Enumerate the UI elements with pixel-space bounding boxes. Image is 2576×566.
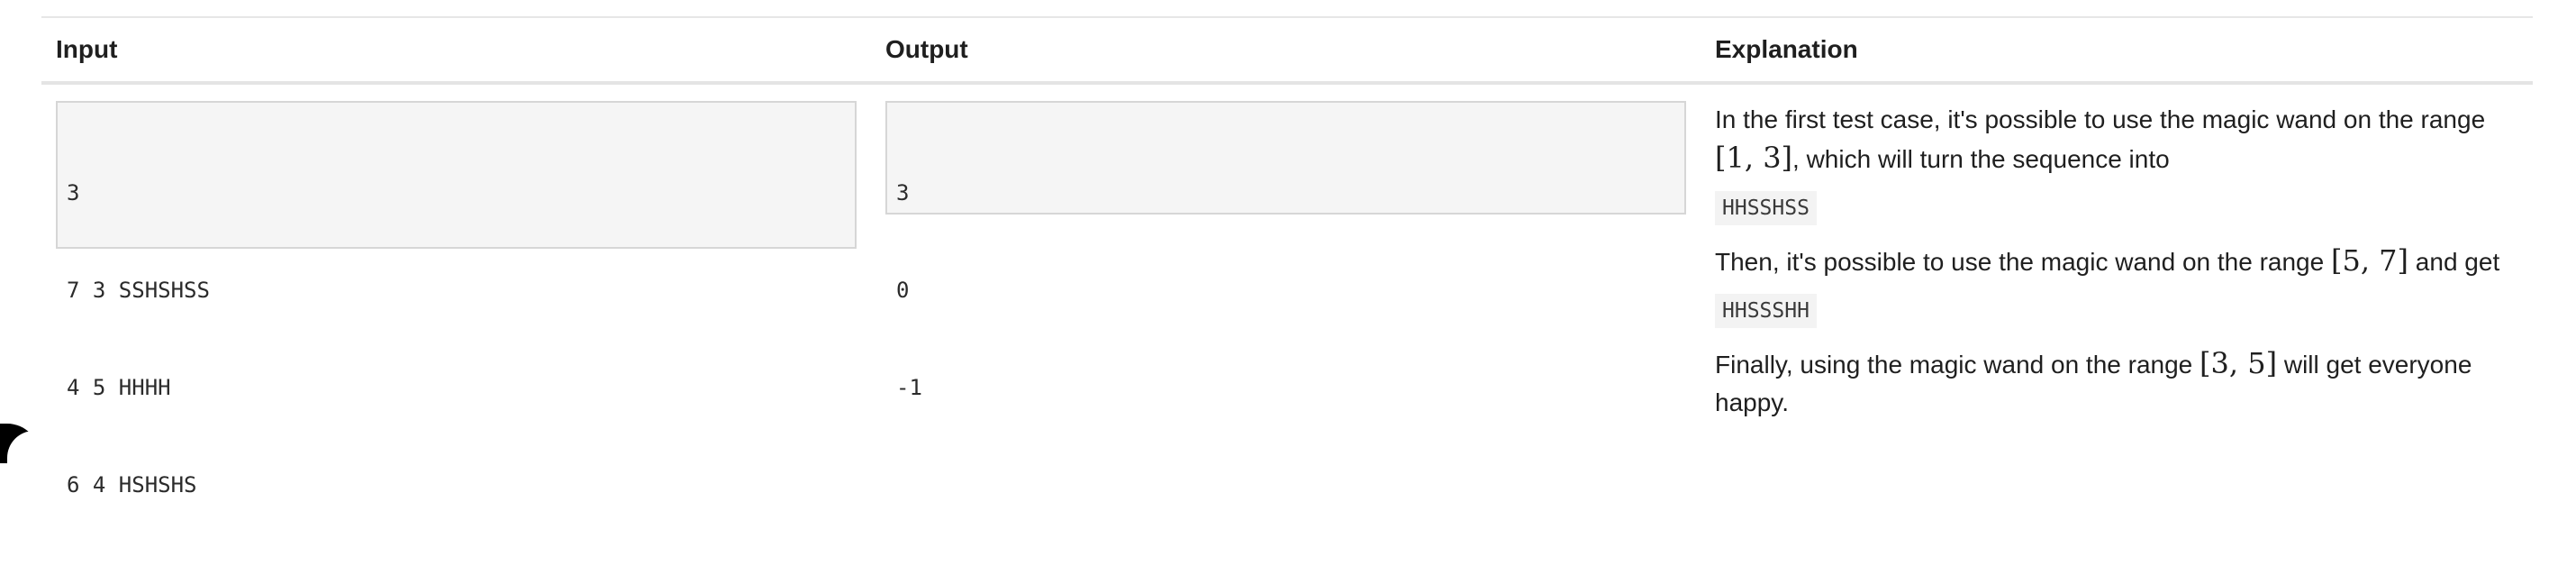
output-line: 0 xyxy=(896,278,910,303)
sample-input-box[interactable]: 3 7 3 SSHSHSS 4 5 HHHH 6 4 HSHSHS xyxy=(56,101,857,498)
explanation-paragraph-1: In the first test case, it's possible to… xyxy=(1715,101,2517,178)
explanation-text: , which will turn the sequence into xyxy=(1792,145,2170,173)
range-math: [1, 3] xyxy=(1715,141,1793,175)
explanation-paragraph-2: Then, it's possible to use the magic wan… xyxy=(1715,242,2517,281)
code-block: HHSSHSS xyxy=(1715,191,2517,229)
sequence-code: HHSSHSS xyxy=(1715,191,1817,225)
range-math: [3, 5] xyxy=(2200,346,2278,380)
sample-output-box[interactable]: 3 0 -1 xyxy=(885,101,1686,400)
explanation-column-header: Explanation xyxy=(1715,35,1858,63)
explanation-cell: In the first test case, it's possible to… xyxy=(1715,101,2517,422)
input-line: 3 xyxy=(67,180,80,205)
explanation-text: Then, it's possible to use the magic wan… xyxy=(1715,248,2325,276)
input-column-header: Input xyxy=(56,35,118,63)
header-divider xyxy=(41,81,2533,85)
table-header-row: Input Output Explanation xyxy=(41,18,2533,85)
explanation-text: Finally, using the magic wand on the ran… xyxy=(1715,351,2193,379)
output-column-header: Output xyxy=(885,35,968,63)
code-block: HHSSSHH xyxy=(1715,294,2517,332)
explanation-text: In the first test case, it's possible to… xyxy=(1715,105,2486,133)
input-line: 4 5 HHHH xyxy=(67,375,171,400)
output-line: 3 xyxy=(896,180,910,205)
sequence-code: HHSSSHH xyxy=(1715,294,1817,328)
window-corner xyxy=(0,424,47,470)
input-line: 6 4 HSHSHS xyxy=(67,472,197,498)
output-line: -1 xyxy=(896,375,922,400)
explanation-text: and get xyxy=(2415,248,2500,276)
range-math: [5, 7] xyxy=(2330,243,2409,278)
explanation-paragraph-3: Finally, using the magic wand on the ran… xyxy=(1715,344,2517,422)
input-line: 7 3 SSHSHSS xyxy=(67,278,210,303)
